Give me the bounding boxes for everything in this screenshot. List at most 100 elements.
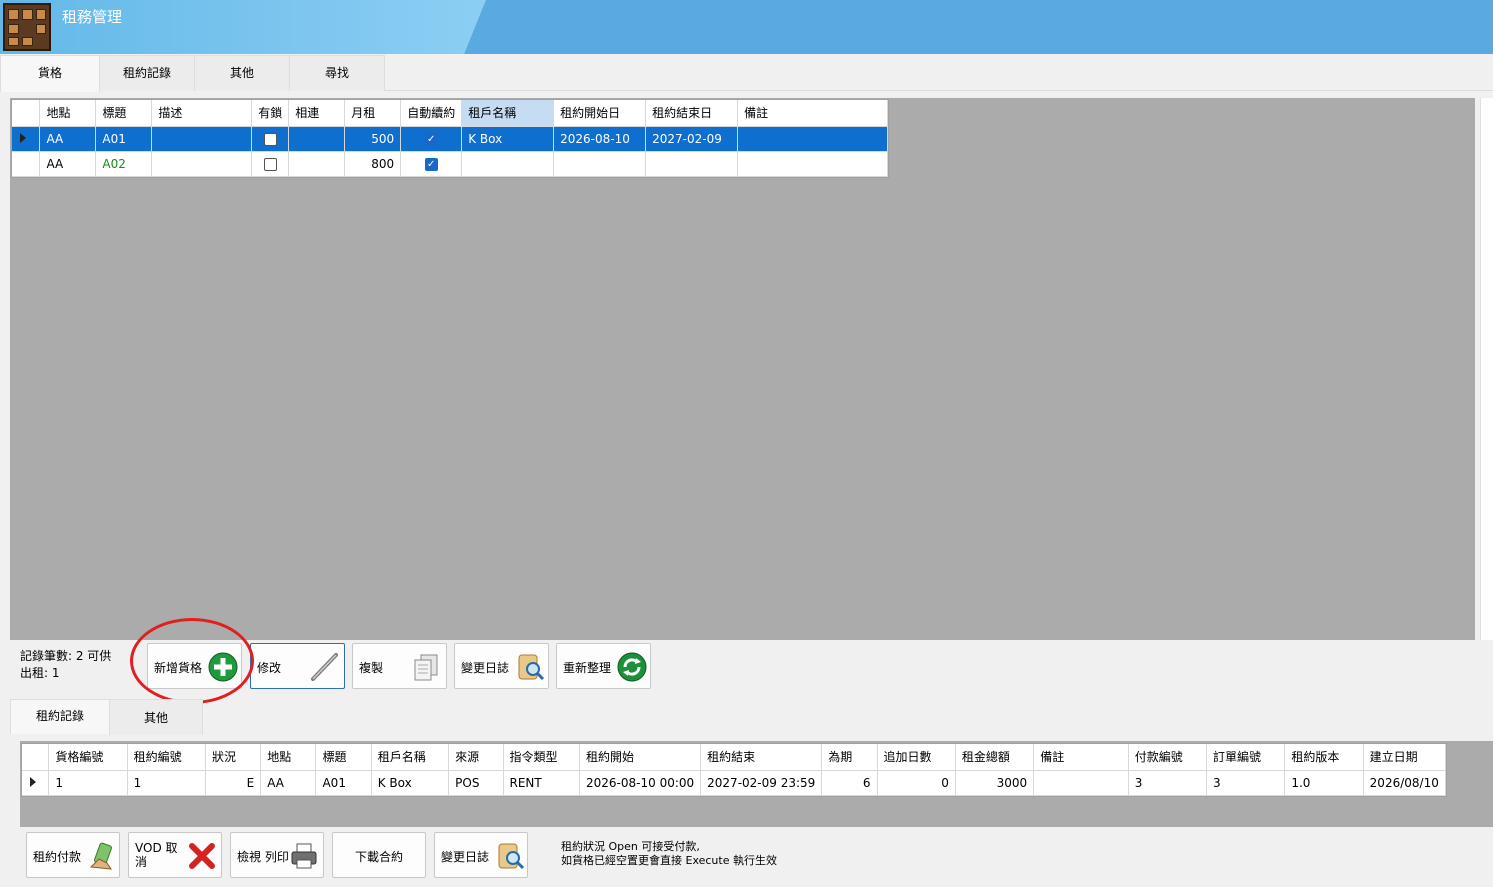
units-grid: 地點 標題 描述 有鎖 相連 月租 自動續約 租戶名稱 租約開始日 租約結束日 … [11,99,889,178]
scroll-magnifier-icon [518,654,545,681]
cell-location[interactable]: AA [260,770,317,796]
column-header[interactable]: 租約版本 [1284,744,1364,771]
column-header[interactable]: 租約開始 [579,744,702,771]
cell-extra-days[interactable]: 0 [877,770,956,796]
column-header[interactable]: 來源 [448,744,504,771]
cell-payment-no[interactable]: 3 [1128,770,1208,796]
row-selector-arrow-icon[interactable] [22,770,50,796]
tab-lease-records[interactable]: 租約記錄 [99,55,195,91]
row-selector-arrow-icon[interactable] [12,126,41,152]
column-header[interactable]: 有鎖 [251,100,290,127]
cell-lease-version[interactable]: 1.0 [1284,770,1364,796]
column-header[interactable]: 租約結束 [700,744,823,771]
cell-description[interactable] [151,126,253,152]
tab-search[interactable]: 尋找 [289,55,385,91]
tab-units[interactable]: 貨格 [0,55,100,92]
column-header[interactable]: 標題 [95,100,153,127]
cell-linked[interactable] [288,126,346,152]
units-grid-panel [10,98,1475,640]
cell-auto-renew[interactable]: ✓ [400,151,463,177]
cell-note[interactable] [737,151,888,177]
cell-tenant[interactable]: K Box [371,770,450,796]
column-header[interactable]: 相連 [288,100,346,127]
cell-title[interactable]: A01 [95,126,153,152]
lease-change-log-button[interactable]: 變更日誌 [434,832,528,878]
change-log-button[interactable]: 變更日誌 [454,643,549,689]
cell-linked[interactable] [288,151,346,177]
download-contract-button[interactable]: 下載合約 [332,832,426,878]
column-header[interactable]: 地點 [39,100,97,127]
column-header[interactable]: 狀況 [205,744,262,771]
table-row[interactable]: AA A01 500 ✓ K Box 2026-08-10 2027-02-09 [12,126,888,152]
cell-title[interactable]: A02 [95,151,153,177]
cell-status[interactable]: E [205,770,262,796]
row-header-corner [12,100,41,127]
cell-command-type[interactable]: RENT [503,770,581,796]
column-header[interactable]: 租約編號 [127,744,206,771]
column-header[interactable]: 追加日數 [877,744,956,771]
cell-lease-no[interactable]: 1 [127,770,206,796]
cell-start-date[interactable] [553,151,647,177]
void-cancel-button[interactable]: VOD 取消 [128,832,222,878]
cell-source[interactable]: POS [448,770,504,796]
table-row[interactable]: AA A02 800 ✓ [12,151,888,177]
cell-location[interactable]: AA [39,151,97,177]
column-header[interactable]: 租戶名稱 [461,100,555,127]
cell-unit-no[interactable]: 1 [48,770,128,796]
column-header[interactable]: 自動續約 [400,100,463,127]
locked-checkbox[interactable] [263,157,277,171]
cell-order-no[interactable]: 3 [1206,770,1286,796]
refresh-button[interactable]: 重新整理 [556,643,651,689]
column-header[interactable]: 付款編號 [1128,744,1208,771]
cell-note[interactable] [1033,770,1129,796]
cell-lease-end[interactable]: 2027-02-09 23:59 [700,770,823,796]
row-selector[interactable] [12,151,41,177]
column-header[interactable]: 建立日期 [1363,744,1447,771]
cell-start-date[interactable]: 2026-08-10 [553,126,647,152]
lease-payment-button[interactable]: 租約付款 [26,832,120,878]
cell-location[interactable]: AA [39,126,97,152]
column-header[interactable]: 標題 [315,744,372,771]
column-header[interactable]: 為期 [821,744,878,771]
column-header[interactable]: 訂單編號 [1206,744,1286,771]
cell-end-date[interactable]: 2027-02-09 [645,126,739,152]
cell-rent[interactable]: 500 [344,126,402,152]
table-row[interactable]: 1 1 E AA A01 K Box POS RENT 2026-08-10 0… [22,770,1447,796]
cell-title[interactable]: A01 [315,770,372,796]
column-header[interactable]: 地點 [260,744,317,771]
auto-renew-checkbox[interactable]: ✓ [424,132,438,146]
cell-created-date[interactable]: 2026/08/10 [1363,770,1447,796]
cell-description[interactable] [151,151,253,177]
cell-rent[interactable]: 800 [344,151,402,177]
cell-locked[interactable] [251,126,290,152]
column-header[interactable]: 指令類型 [503,744,581,771]
column-header[interactable]: 租約結束日 [645,100,739,127]
locked-checkbox[interactable] [263,132,277,146]
cell-locked[interactable] [251,151,290,177]
cell-lease-start[interactable]: 2026-08-10 00:00 [579,770,702,796]
cell-total-rent[interactable]: 3000 [955,770,1035,796]
tab-other-sub[interactable]: 其他 [109,699,203,735]
view-print-button[interactable]: 檢視 列印 [230,832,324,878]
cell-tenant[interactable]: K Box [461,126,555,152]
cell-note[interactable] [737,126,888,152]
column-header[interactable]: 租戶名稱 [371,744,450,771]
column-header[interactable]: 描述 [151,100,253,127]
tab-other[interactable]: 其他 [194,55,290,91]
copy-button[interactable]: 複製 [352,643,447,689]
cell-tenant[interactable] [461,151,555,177]
tab-lease-records-sub[interactable]: 租約記錄 [10,699,110,734]
header-decoration [457,0,1493,54]
refresh-label: 重新整理 [563,661,612,675]
column-header[interactable]: 備註 [737,100,888,127]
edit-button[interactable]: 修改 [250,643,345,689]
column-header[interactable]: 租金總額 [955,744,1035,771]
cell-end-date[interactable] [645,151,739,177]
column-header[interactable]: 月租 [344,100,402,127]
column-header[interactable]: 備註 [1033,744,1129,771]
auto-renew-checkbox[interactable]: ✓ [424,157,438,171]
cell-period[interactable]: 6 [821,770,878,796]
cell-auto-renew[interactable]: ✓ [400,126,463,152]
column-header[interactable]: 貨格編號 [48,744,128,771]
column-header[interactable]: 租約開始日 [553,100,647,127]
